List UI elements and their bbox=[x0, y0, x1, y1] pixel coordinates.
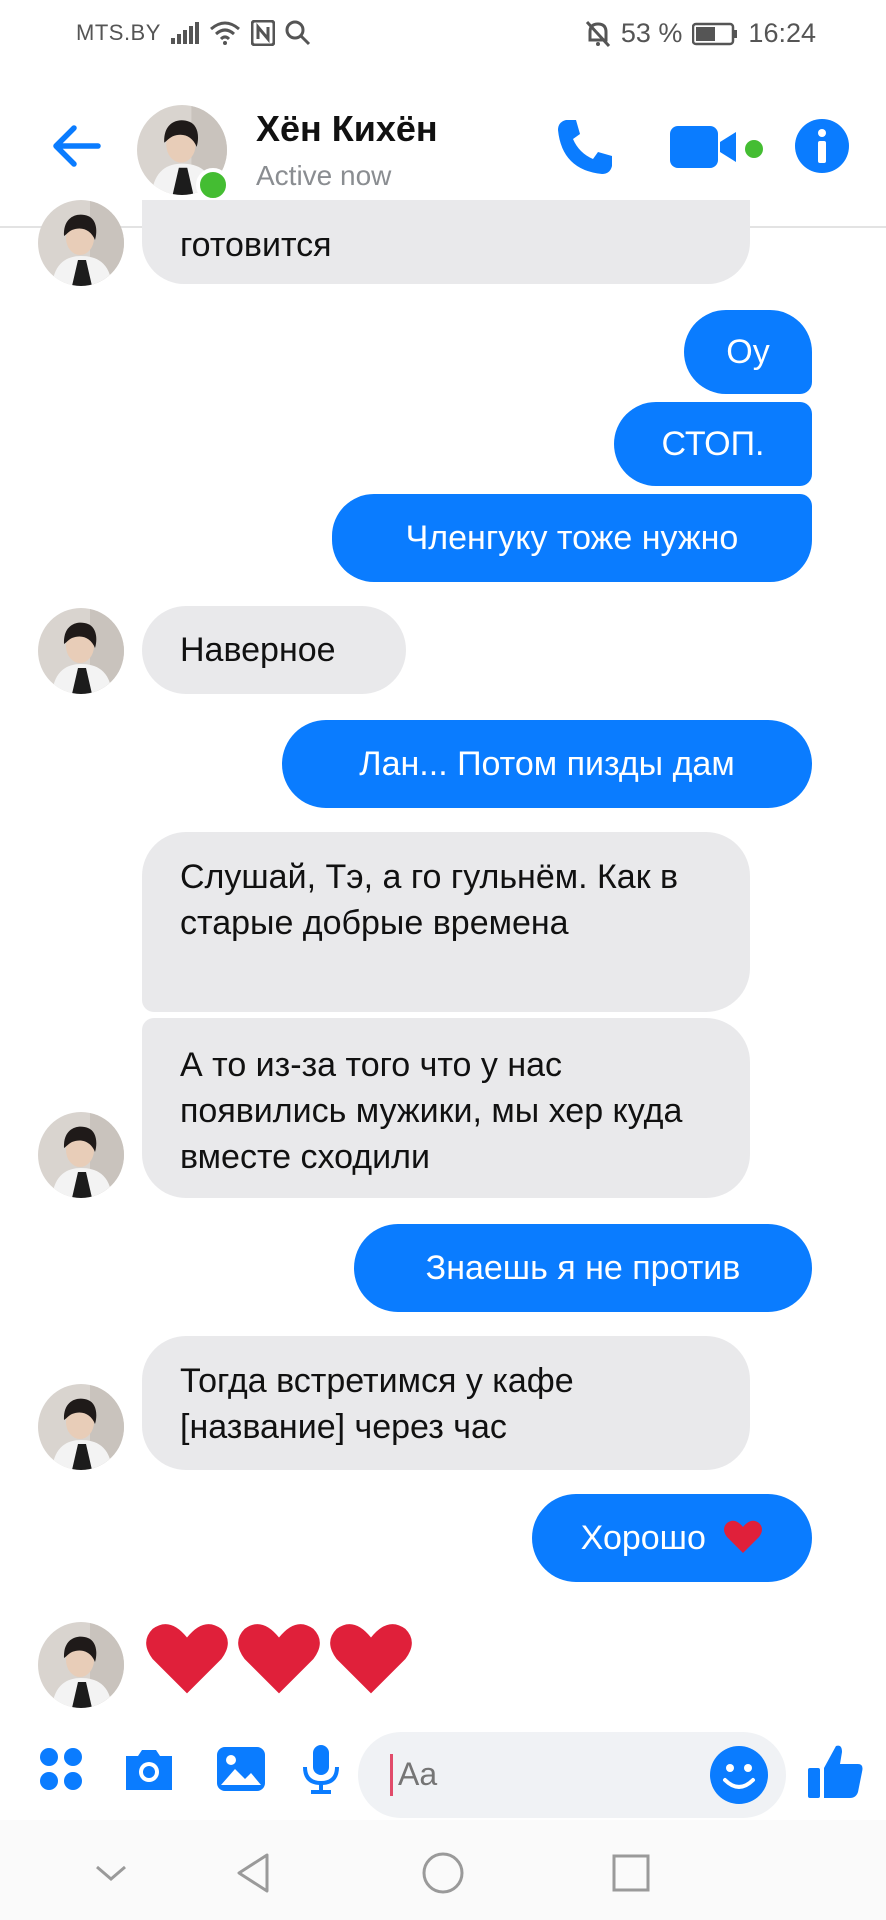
outgoing-message[interactable]: Знаешь я не против bbox=[354, 1224, 812, 1312]
message-input-container[interactable] bbox=[358, 1732, 786, 1818]
incoming-message[interactable]: Наверное bbox=[142, 606, 406, 694]
thumbs-up-icon[interactable] bbox=[806, 1742, 866, 1802]
outgoing-message-text: Хорошо bbox=[580, 1519, 706, 1557]
battery-percent: 53 % bbox=[620, 18, 683, 48]
outgoing-message[interactable]: СТОП. bbox=[614, 402, 812, 486]
phone-call-icon[interactable] bbox=[552, 114, 618, 180]
chevron-down-icon[interactable] bbox=[88, 1850, 134, 1896]
outgoing-message[interactable]: Лан... Потом пизды дам bbox=[282, 720, 812, 808]
mute-bell-icon bbox=[585, 20, 611, 48]
recents-square-icon[interactable] bbox=[608, 1850, 654, 1896]
message-avatar[interactable] bbox=[38, 1112, 124, 1198]
outgoing-message[interactable]: Хорошо bbox=[532, 1494, 812, 1582]
system-nav-bar bbox=[0, 1820, 886, 1920]
video-call-icon[interactable] bbox=[670, 122, 746, 172]
contact-status: Active now bbox=[256, 160, 392, 191]
message-avatar[interactable] bbox=[38, 1384, 124, 1470]
info-icon[interactable] bbox=[794, 118, 850, 174]
status-bar: MTS.BY 53 % 16:24 bbox=[0, 0, 886, 70]
video-active-indicator bbox=[745, 140, 763, 158]
emoji-icon[interactable] bbox=[708, 1744, 770, 1806]
search-icon bbox=[285, 20, 311, 46]
nfc-icon bbox=[250, 20, 275, 46]
camera-icon[interactable] bbox=[122, 1742, 176, 1796]
red-heart-icon bbox=[723, 1519, 763, 1567]
text-caret bbox=[390, 1754, 393, 1796]
incoming-message[interactable]: Слушай, Тэ, а го гульнём. Как в старые д… bbox=[142, 832, 750, 1012]
microphone-icon[interactable] bbox=[294, 1742, 348, 1796]
red-heart-icon bbox=[144, 1620, 230, 1703]
gallery-icon[interactable] bbox=[214, 1742, 268, 1796]
emoji-message[interactable] bbox=[144, 1620, 414, 1703]
incoming-message[interactable]: Тогда встретимся у кафе [название] через… bbox=[142, 1336, 750, 1470]
carrier-label: MTS.BY bbox=[76, 20, 161, 45]
signal-icon bbox=[170, 22, 199, 44]
home-circle-icon[interactable] bbox=[420, 1850, 466, 1896]
back-arrow-icon[interactable] bbox=[48, 118, 104, 174]
clock: 16:24 bbox=[748, 18, 816, 48]
composer-bar bbox=[0, 1720, 886, 1820]
message-input[interactable] bbox=[398, 1756, 698, 1793]
incoming-message[interactable]: готовится bbox=[142, 200, 750, 284]
wifi-icon bbox=[209, 21, 241, 45]
message-avatar[interactable] bbox=[38, 1622, 124, 1708]
message-avatar[interactable] bbox=[38, 608, 124, 694]
outgoing-message[interactable]: Оу bbox=[684, 310, 812, 394]
red-heart-icon bbox=[328, 1620, 414, 1703]
incoming-message[interactable]: А то из-за того что у нас появились мужи… bbox=[142, 1018, 750, 1198]
battery-icon bbox=[692, 22, 738, 46]
apps-icon[interactable] bbox=[34, 1742, 88, 1796]
red-heart-icon bbox=[236, 1620, 322, 1703]
online-indicator bbox=[196, 168, 230, 202]
back-triangle-icon[interactable] bbox=[230, 1850, 276, 1896]
outgoing-message[interactable]: Членгуку тоже нужно bbox=[332, 494, 812, 582]
message-avatar[interactable] bbox=[38, 200, 124, 286]
contact-name[interactable]: Хён Кихён bbox=[256, 108, 438, 150]
